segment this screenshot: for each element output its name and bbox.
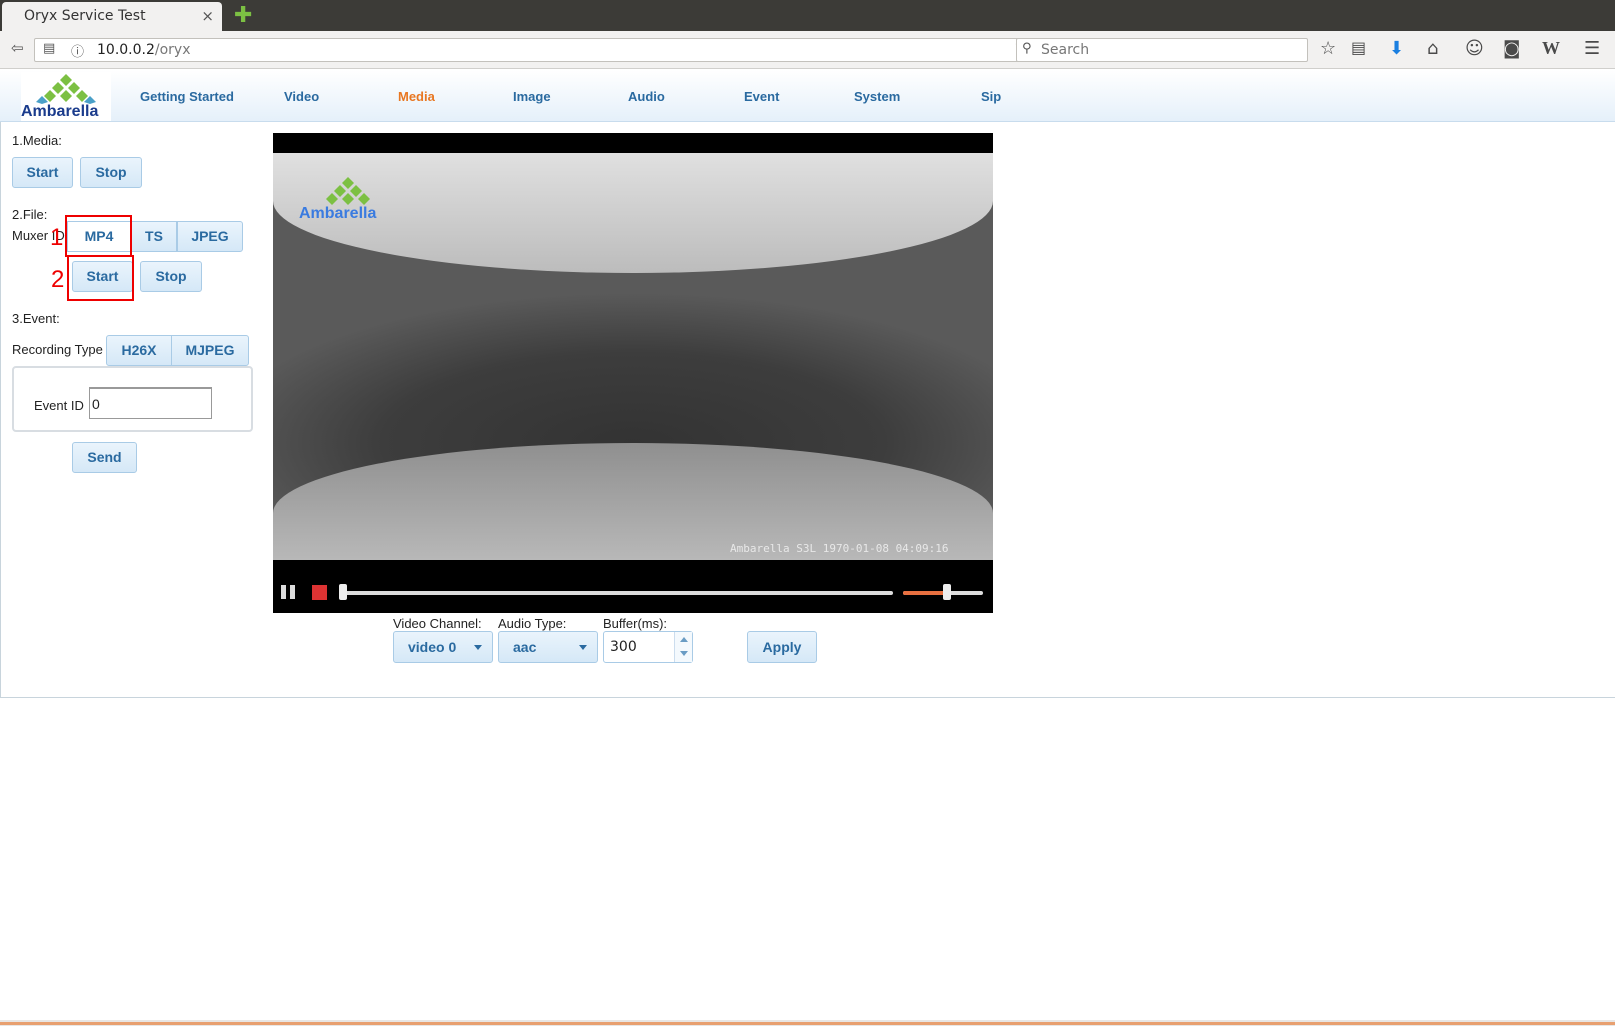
- url-bar[interactable]: ▤ ⓘ 10.0.0.2/oryx ↻: [34, 38, 1034, 62]
- pocket-icon[interactable]: ◙: [1503, 38, 1520, 59]
- video-frame: Ambarella Ambarella S3L 1970-01-08 04:09…: [273, 153, 993, 560]
- browser-titlebar: Oryx Service Test × ✚: [0, 0, 1615, 31]
- menu-system[interactable]: System: [854, 89, 900, 104]
- new-tab-icon[interactable]: ✚: [234, 3, 252, 28]
- menu-getting-started[interactable]: Getting Started: [140, 89, 234, 104]
- close-tab-icon[interactable]: ×: [201, 7, 214, 25]
- download-icon[interactable]: ⬇: [1389, 38, 1404, 59]
- highlight-box-mp4: [65, 215, 132, 257]
- video-osd-timestamp: Ambarella S3L 1970-01-08 04:09:16: [730, 542, 949, 555]
- event-id-input[interactable]: [89, 387, 212, 419]
- url-text: 10.0.0.2/oryx: [97, 42, 191, 58]
- search-bar[interactable]: ⚲ Search: [1016, 38, 1308, 62]
- annotation-number-2: 2: [51, 266, 65, 293]
- video-channel-select[interactable]: video 0: [393, 631, 493, 663]
- media-section-label: 1.Media:: [12, 133, 62, 148]
- wikipedia-icon[interactable]: W: [1542, 38, 1560, 59]
- browser-navbar: ⇦ ▤ ⓘ 10.0.0.2/oryx ↻ ⚲ Search ☆ ▤ ⬇ ⌂ ☺…: [0, 31, 1615, 69]
- recording-h26x-button[interactable]: H26X: [106, 335, 172, 366]
- search-icon: ⚲: [1022, 41, 1032, 56]
- bookmark-star-icon[interactable]: ☆: [1320, 38, 1336, 59]
- menu-sip[interactable]: Sip: [981, 89, 1001, 104]
- url-path: /oryx: [154, 42, 191, 58]
- url-host: 10.0.0.2: [97, 42, 155, 58]
- buffer-value: 300: [610, 639, 637, 655]
- menu-audio[interactable]: Audio: [628, 89, 665, 104]
- apply-button[interactable]: Apply: [747, 631, 817, 663]
- buffer-spinner[interactable]: 300: [603, 631, 693, 663]
- recording-type-label: Recording Type: [12, 342, 103, 357]
- info-icon[interactable]: ⓘ: [71, 41, 84, 60]
- video-channel-label: Video Channel:: [393, 616, 482, 631]
- chevron-down-icon: [474, 645, 482, 650]
- media-start-button[interactable]: Start: [12, 157, 73, 188]
- top-menu: [0, 70, 1615, 122]
- browser-tab[interactable]: Oryx Service Test ×: [2, 2, 222, 31]
- seek-handle[interactable]: [339, 584, 347, 600]
- volume-fill: [903, 591, 947, 595]
- video-player[interactable]: Ambarella Ambarella S3L 1970-01-08 04:09…: [273, 133, 993, 613]
- menu-video[interactable]: Video: [284, 89, 319, 104]
- video-scene-ceiling: [273, 153, 993, 273]
- spinner-buttons: [674, 632, 692, 662]
- recording-mjpeg-button[interactable]: MJPEG: [171, 335, 249, 366]
- ambarella-logo: Ambarella: [21, 72, 111, 121]
- menu-icon[interactable]: ☰: [1584, 38, 1600, 59]
- menu-media[interactable]: Media: [398, 89, 435, 104]
- audio-type-select[interactable]: aac: [498, 631, 598, 663]
- pause-icon[interactable]: [281, 585, 295, 599]
- logo-text: Ambarella: [21, 103, 99, 120]
- spin-up-icon[interactable]: [680, 637, 688, 642]
- menu-event[interactable]: Event: [744, 89, 779, 104]
- chevron-down-icon: [579, 645, 587, 650]
- tab-title: Oryx Service Test: [24, 8, 146, 24]
- video-overlay-logo: Ambarella: [299, 205, 377, 222]
- search-placeholder: Search: [1041, 42, 1090, 58]
- event-section-label: 3.Event:: [12, 311, 60, 326]
- send-button[interactable]: Send: [72, 442, 137, 473]
- video-logo-mark-icon: [326, 177, 370, 205]
- back-arrow-icon[interactable]: ⇦: [11, 39, 24, 57]
- file-stop-button[interactable]: Stop: [140, 261, 202, 292]
- spin-down-icon[interactable]: [680, 651, 688, 656]
- seek-bar[interactable]: [343, 591, 893, 595]
- muxer-jpeg-button[interactable]: JPEG: [177, 221, 243, 252]
- event-id-label: Event ID: [34, 398, 84, 413]
- history-icon[interactable]: ▤: [43, 41, 55, 56]
- audio-type-value: aac: [513, 639, 537, 655]
- muxer-ts-button[interactable]: TS: [131, 221, 177, 252]
- reading-list-icon[interactable]: ▤: [1351, 38, 1366, 57]
- status-accent-line: [0, 1022, 1615, 1025]
- annotation-number-1: 1: [50, 224, 64, 251]
- video-channel-value: video 0: [408, 639, 457, 655]
- chat-icon[interactable]: ☺: [1465, 38, 1484, 59]
- audio-type-label: Audio Type:: [498, 616, 567, 631]
- media-stop-button[interactable]: Stop: [80, 157, 142, 188]
- buffer-label: Buffer(ms):: [603, 616, 668, 631]
- stop-icon[interactable]: [312, 585, 327, 600]
- logo-mark-icon: [36, 74, 96, 104]
- menu-image[interactable]: Image: [513, 89, 551, 104]
- player-controls: [273, 573, 993, 613]
- highlight-box-start: [67, 255, 134, 301]
- file-section-label: 2.File:: [12, 207, 48, 222]
- volume-handle[interactable]: [943, 584, 951, 600]
- home-icon[interactable]: ⌂: [1427, 38, 1438, 59]
